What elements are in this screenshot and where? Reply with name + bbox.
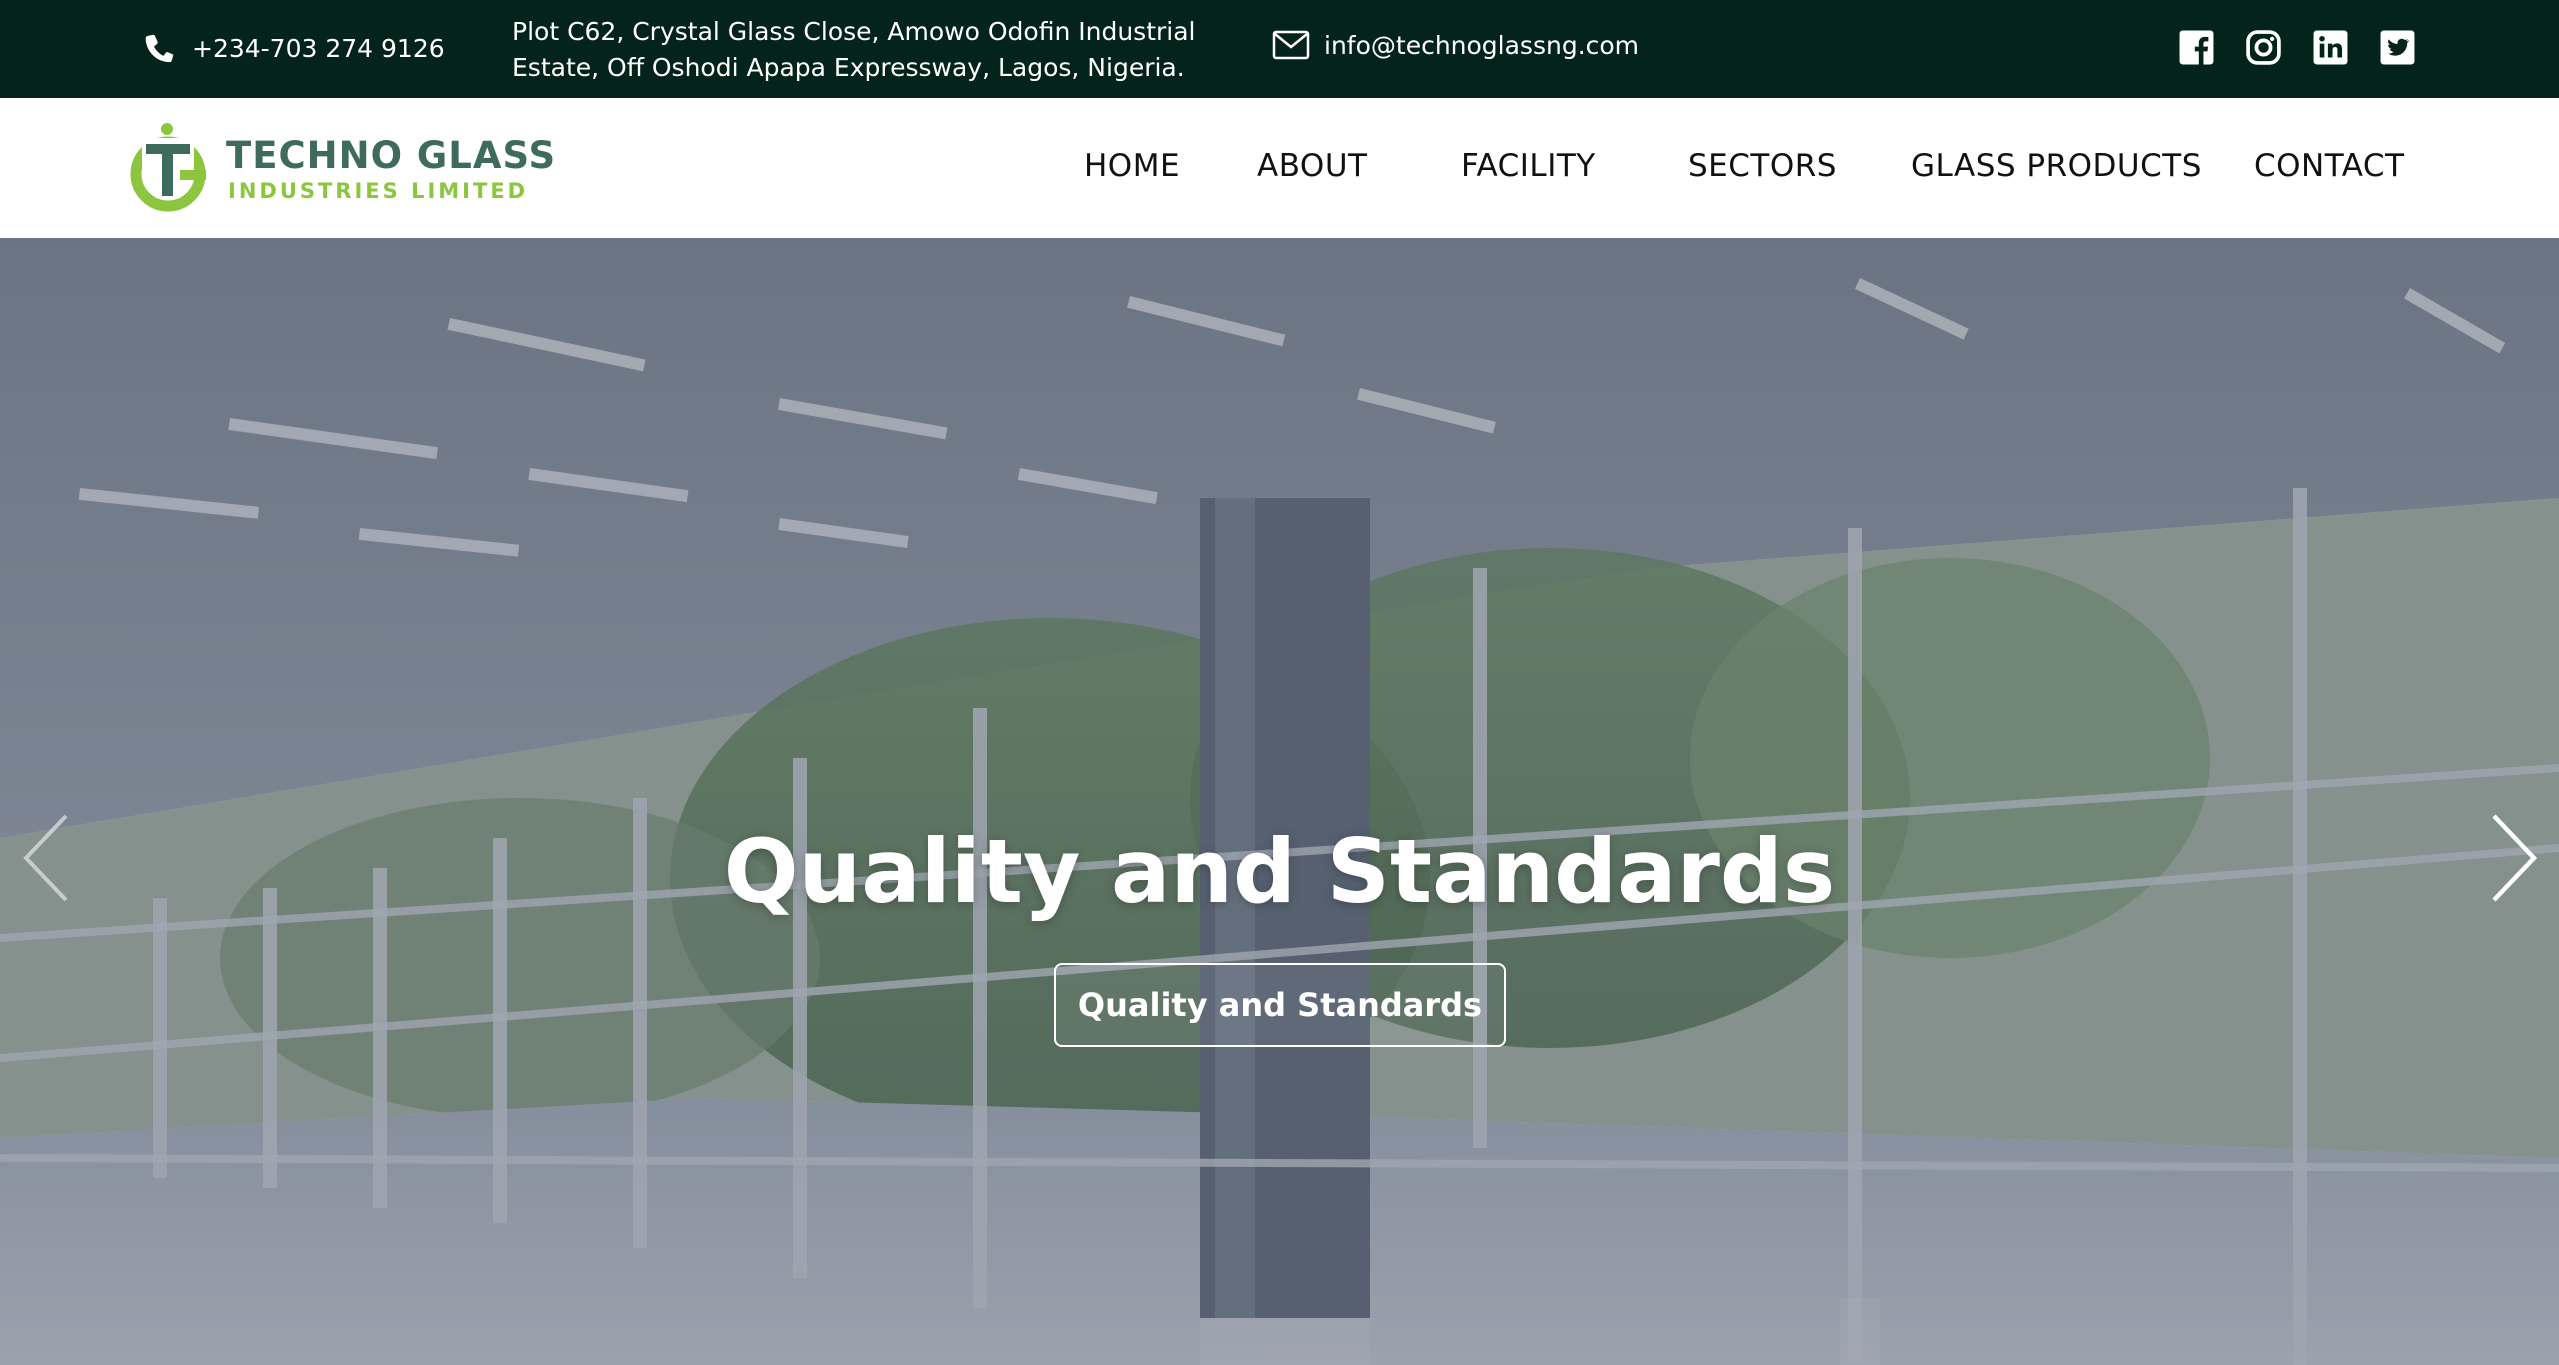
nav-about[interactable]: ABOUT (1257, 148, 1367, 184)
chevron-right-icon (2492, 814, 2538, 902)
main-navigation: HOME ABOUT FACILITY SECTORS GLASS PRODUC… (0, 148, 2559, 188)
nav-sectors[interactable]: SECTORS (1688, 148, 1837, 184)
nav-facility[interactable]: FACILITY (1461, 148, 1596, 184)
social-links (2178, 29, 2416, 66)
email-contact[interactable]: info@technoglassng.com (1272, 30, 1639, 60)
nav-home[interactable]: HOME (1084, 148, 1180, 184)
linkedin-icon[interactable] (2312, 29, 2349, 66)
company-address: Plot C62, Crystal Glass Close, Amowo Odo… (512, 14, 1212, 86)
nav-glass-products[interactable]: GLASS PRODUCTS (1911, 148, 2202, 184)
hero-dark-overlay (0, 238, 2559, 1365)
phone-number[interactable]: +234-703 274 9126 (192, 34, 445, 63)
instagram-icon[interactable] (2245, 29, 2282, 66)
facebook-icon[interactable] (2178, 29, 2215, 66)
phone-contact[interactable]: +234-703 274 9126 (140, 28, 445, 68)
nav-contact[interactable]: CONTACT (2254, 148, 2405, 184)
hero-title: Quality and Standards (723, 820, 1836, 923)
phone-icon (145, 34, 174, 63)
site-header: TECHNO GLASS INDUSTRIES LIMITED HOME ABO… (0, 98, 2559, 238)
envelope-icon (1272, 30, 1310, 60)
hero-cta-button[interactable]: Quality and Standards (1054, 963, 1506, 1047)
address-line-1: Plot C62, Crystal Glass Close, Amowo Odo… (512, 17, 1196, 46)
email-address[interactable]: info@technoglassng.com (1324, 31, 1639, 60)
address-line-2: Estate, Off Oshodi Apapa Expressway, Lag… (512, 53, 1185, 82)
twitter-icon[interactable] (2379, 29, 2416, 66)
top-contact-bar: +234-703 274 9126 Plot C62, Crystal Glas… (0, 0, 2559, 98)
hero-slider: Quality and Standards Quality and Standa… (0, 238, 2559, 1365)
slider-next-arrow[interactable] (2482, 808, 2542, 908)
